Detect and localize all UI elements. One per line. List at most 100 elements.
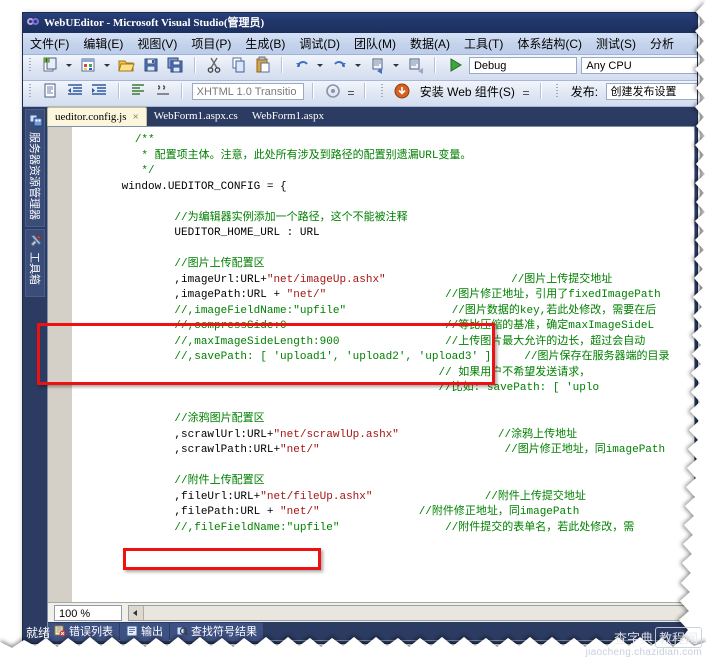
redo-icon[interactable] bbox=[330, 55, 350, 75]
menu-item-debug[interactable]: 调试(D) bbox=[292, 33, 347, 54]
toolbar-separator bbox=[539, 83, 542, 99]
close-icon[interactable]: × bbox=[133, 108, 139, 127]
visual-studio-logo-icon bbox=[27, 16, 41, 28]
toolbar-grip[interactable] bbox=[27, 82, 34, 100]
code-line: ,imageUrl:URL+"net/imageUp.ashx" //图片上传提… bbox=[82, 274, 612, 286]
install-web-components-label[interactable]: 安装 Web 组件(S) bbox=[417, 83, 518, 100]
menu-item-analyze[interactable]: 分析 bbox=[643, 33, 681, 54]
tab-webform1-aspx[interactable]: WebForm1.aspx bbox=[245, 107, 331, 126]
save-icon[interactable] bbox=[141, 55, 161, 75]
new-project-icon[interactable] bbox=[40, 55, 60, 75]
toolbar-separator bbox=[364, 83, 367, 99]
tool-tab-find-symbol-results[interactable]: 查找符号结果 bbox=[170, 623, 263, 641]
watermark-url: jiaocheng.chazidian.com bbox=[585, 647, 702, 658]
paste-icon[interactable] bbox=[253, 55, 273, 75]
dock-item-label: 工具箱 bbox=[28, 252, 40, 285]
code-token: //涂鸦上传地址 bbox=[497, 428, 578, 441]
open-file-icon[interactable] bbox=[116, 55, 136, 75]
tool-tab-label: 查找符号结果 bbox=[191, 626, 257, 638]
code-line: ,filePath:URL + "net/" //附件修正地址，同imagePa… bbox=[82, 506, 579, 518]
navigate-backward-dropdown-icon[interactable] bbox=[392, 56, 401, 74]
zoom-level-combo[interactable]: 100 % bbox=[54, 605, 122, 621]
menu-item-edit[interactable]: 编辑(E) bbox=[76, 33, 130, 54]
menu-item-data[interactable]: 数据(A) bbox=[403, 33, 457, 54]
view-in-browser-icon[interactable] bbox=[40, 81, 60, 101]
navigate-forward-icon[interactable] bbox=[406, 55, 426, 75]
menu-bar: 文件(F) 编辑(E) 视图(V) 项目(P) 生成(B) 调试(D) 团队(M) 数据(A)… bbox=[23, 33, 697, 55]
publish-profile-combo[interactable]: 创建发布设置 bbox=[605, 82, 697, 100]
code-token: ,scrawlUrl:URL+ bbox=[174, 428, 274, 441]
format-document-icon[interactable] bbox=[128, 81, 148, 101]
tool-tab-label: 输出 bbox=[141, 626, 163, 638]
doctype-validation-combo[interactable]: XHTML 1.0 Transitio bbox=[191, 82, 304, 100]
undo-icon[interactable] bbox=[292, 55, 312, 75]
toolbar-overflow-icon[interactable] bbox=[522, 82, 531, 100]
menu-item-file[interactable]: 文件(F) bbox=[23, 33, 76, 54]
tool-tab-error-list[interactable]: 错误列表 bbox=[48, 623, 119, 641]
code-token: //图片修正地址，同imagePath bbox=[504, 444, 666, 456]
code-token: "net/fileUp.ashx" bbox=[260, 490, 373, 503]
comment-icon[interactable] bbox=[153, 81, 173, 101]
code-token: //附件提交的表单名，若此处修改，需 bbox=[445, 521, 635, 534]
code-token: "net/" bbox=[286, 289, 327, 301]
code-token: window.UEDITOR_CONFIG = { bbox=[121, 180, 287, 193]
code-line: UEDITOR_HOME_URL : URL bbox=[82, 227, 320, 239]
new-project-dropdown-icon[interactable] bbox=[65, 56, 74, 74]
toolbar-separator bbox=[312, 83, 315, 99]
code-line: ,scrawlUrl:URL+"net/scrawlUp.ashx" //涂鸦上… bbox=[82, 429, 577, 441]
navigate-backward-icon[interactable] bbox=[368, 55, 388, 75]
code-token: //,imageFieldName:"upfile" bbox=[174, 304, 347, 317]
code-token: //涂鸦图片配置区 bbox=[174, 413, 265, 425]
menu-item-test[interactable]: 测试(S) bbox=[589, 33, 643, 54]
toolbar-separator bbox=[281, 57, 284, 73]
code-token: UEDITOR_HOME_URL : URL bbox=[174, 227, 320, 239]
dock-item-toolbox[interactable]: 工具箱 bbox=[25, 229, 45, 297]
code-token: /** bbox=[134, 134, 155, 146]
code-line: ,imagePath:URL + "net/" //图片修正地址，引用了fixe… bbox=[82, 289, 661, 301]
solution-configuration-combo[interactable]: Debug bbox=[468, 56, 577, 74]
code-line: /** bbox=[82, 134, 155, 146]
increase-indent-icon[interactable] bbox=[89, 81, 109, 101]
editor-zoom-bar: 100 % bbox=[48, 602, 694, 622]
code-token: ,scrawlPath:URL+ bbox=[174, 444, 281, 456]
code-token: //图片上传提交地址 bbox=[511, 273, 613, 286]
menu-item-project[interactable]: 项目(P) bbox=[184, 33, 238, 54]
new-item-icon[interactable] bbox=[78, 55, 98, 75]
code-line: //为编辑器实例添加一个路径，这个不能被注释 bbox=[82, 212, 407, 224]
undo-dropdown-icon[interactable] bbox=[316, 56, 325, 74]
solution-platform-combo[interactable]: Any CPU bbox=[581, 56, 697, 74]
toolbar-grip[interactable] bbox=[379, 82, 386, 100]
toolbar-grip[interactable] bbox=[27, 56, 34, 74]
validation-target-icon[interactable] bbox=[323, 81, 343, 101]
code-token: //图片修正地址，引用了fixedImagePath bbox=[445, 289, 661, 301]
menu-item-view[interactable]: 视图(V) bbox=[130, 33, 184, 54]
scroll-left-icon[interactable] bbox=[129, 606, 144, 620]
tab-ueditor-config-js[interactable]: ueditor.config.js × bbox=[47, 107, 147, 126]
menu-item-build[interactable]: 生成(B) bbox=[238, 33, 292, 54]
toolbar-grip[interactable] bbox=[554, 82, 561, 100]
code-line: //,imageFieldName:"upfile" //图片数据的key,若此… bbox=[82, 305, 656, 317]
new-item-dropdown-icon[interactable] bbox=[103, 56, 112, 74]
start-debug-icon[interactable] bbox=[445, 55, 465, 75]
copy-icon[interactable] bbox=[229, 55, 249, 75]
menu-item-tools[interactable]: 工具(T) bbox=[457, 33, 510, 54]
redo-dropdown-icon[interactable] bbox=[354, 56, 363, 74]
menu-item-architecture[interactable]: 体系结构(C) bbox=[510, 33, 589, 54]
install-web-components-icon[interactable] bbox=[392, 81, 412, 101]
dock-item-server-explorer[interactable]: 服务器资源管理器 bbox=[25, 109, 45, 227]
decrease-indent-icon[interactable] bbox=[65, 81, 85, 101]
code-token: "net/" bbox=[280, 444, 320, 456]
watermark-section: 教程网 bbox=[654, 627, 702, 648]
code-line: ,scrawlPath:URL+"net/" //图片修正地址，同imagePa… bbox=[82, 444, 665, 456]
code-token: "net/scrawlUp.ashx" bbox=[273, 428, 399, 441]
tool-tab-output[interactable]: 输出 bbox=[120, 623, 169, 641]
toolbar-overflow-icon[interactable] bbox=[347, 82, 356, 100]
save-all-icon[interactable] bbox=[165, 55, 185, 75]
tab-webform1-aspx-cs[interactable]: WebForm1.aspx.cs bbox=[147, 107, 245, 126]
menu-item-team[interactable]: 团队(M) bbox=[347, 33, 403, 54]
cut-icon[interactable] bbox=[204, 55, 224, 75]
code-token: "net/" bbox=[280, 506, 320, 518]
horizontal-scrollbar[interactable] bbox=[128, 605, 694, 621]
